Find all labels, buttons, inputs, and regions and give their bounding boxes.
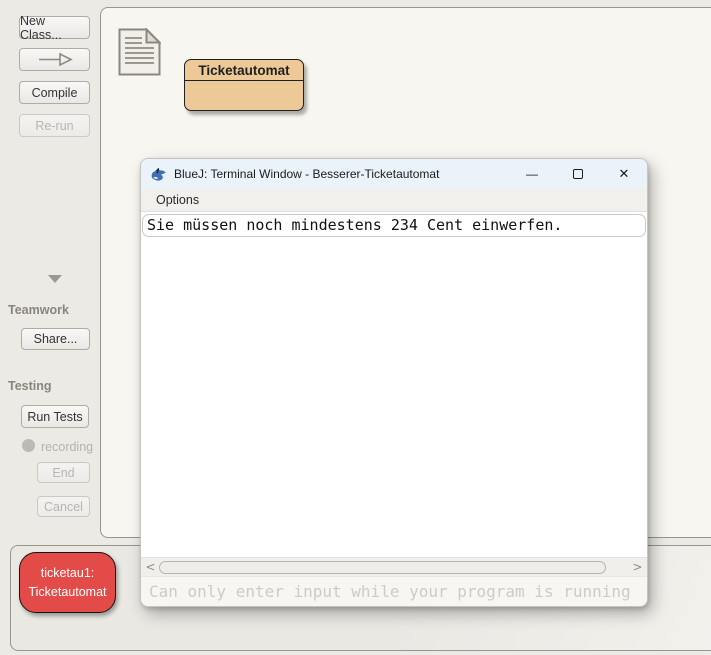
terminal-input[interactable]: Can only enter input while your program …	[141, 576, 647, 606]
terminal-output-line: Sie müssen noch mindestens 234 Cent einw…	[142, 214, 646, 237]
maximize-button[interactable]	[555, 159, 601, 189]
rerun-button: Re-run	[19, 114, 90, 137]
progress-triangle-icon	[48, 275, 62, 283]
readme-document-icon[interactable]	[118, 28, 161, 76]
terminal-menubar: Options	[141, 189, 647, 212]
cancel-button: Cancel	[37, 496, 90, 517]
object-type-label: Ticketautomat	[28, 583, 106, 601]
class-ticketautomat[interactable]: Ticketautomat	[184, 59, 304, 111]
object-name-label: ticketau1:	[41, 564, 95, 582]
options-menu[interactable]: Options	[156, 193, 199, 207]
scrollbar-thumb[interactable]	[159, 561, 606, 574]
teamwork-section-label: Teamwork	[8, 303, 69, 317]
recording-indicator-icon	[22, 439, 35, 452]
scroll-left-icon[interactable]: <	[144, 558, 157, 577]
share-button[interactable]: Share...	[21, 328, 90, 350]
terminal-window: BlueJ: Terminal Window - Besserer-Ticket…	[140, 158, 648, 607]
terminal-titlebar[interactable]: BlueJ: Terminal Window - Besserer-Ticket…	[141, 159, 647, 189]
bluej-app-icon	[150, 167, 167, 182]
class-name-label: Ticketautomat	[185, 60, 303, 81]
compile-button[interactable]: Compile	[19, 81, 90, 104]
recording-label: recording	[41, 440, 93, 454]
new-class-button[interactable]: New Class...	[19, 16, 90, 39]
inherit-arrow-button[interactable]	[19, 48, 90, 71]
horizontal-scrollbar[interactable]: < >	[141, 557, 647, 576]
run-tests-button[interactable]: Run Tests	[21, 405, 89, 428]
terminal-output-area[interactable]: Sie müssen noch mindestens 234 Cent einw…	[141, 212, 647, 557]
terminal-title: BlueJ: Terminal Window - Besserer-Ticket…	[174, 167, 439, 181]
close-button[interactable]: ✕	[601, 159, 647, 189]
end-button: End	[37, 462, 90, 483]
scroll-right-icon[interactable]: >	[631, 558, 644, 577]
object-instance-ticketau1[interactable]: ticketau1: Ticketautomat	[19, 552, 116, 613]
maximize-icon	[573, 169, 583, 179]
testing-section-label: Testing	[8, 379, 52, 393]
inherit-arrow-icon	[37, 52, 73, 67]
minimize-button[interactable]: —	[509, 159, 555, 189]
